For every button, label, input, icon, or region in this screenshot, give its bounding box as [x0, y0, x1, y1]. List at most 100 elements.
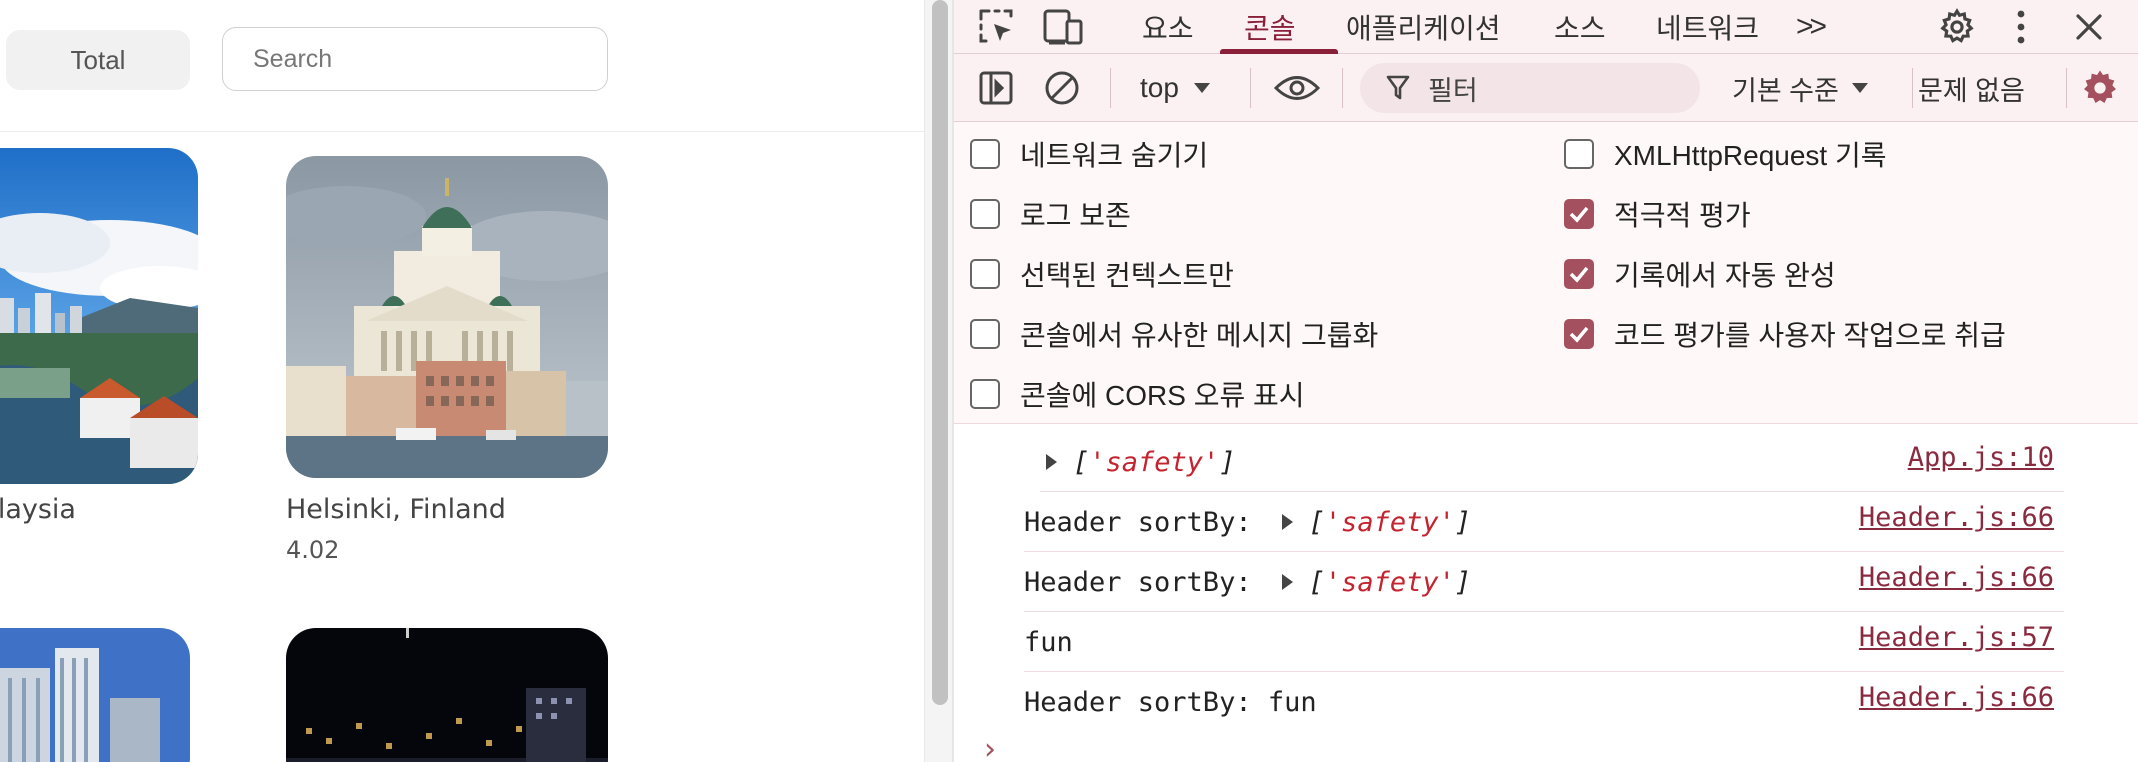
setting-eager-evaluation[interactable]: 적극적 평가 — [1564, 194, 1751, 234]
card-image-helsinki[interactable] — [286, 156, 608, 478]
show-sidebar-icon[interactable] — [976, 68, 1016, 108]
checkbox[interactable] — [1564, 139, 1594, 169]
card-title-malaysia: Malaysia — [0, 494, 76, 525]
setting-group-similar[interactable]: 콘솔에서 유사한 메시지 그룹화 — [970, 314, 1378, 354]
console-log-row: ['safety'] App.js:10 — [1040, 432, 2064, 492]
device-toolbar-icon[interactable] — [1040, 4, 1086, 50]
setting-selected-context-only[interactable]: 선택된 컨텍스트만 — [970, 254, 1234, 294]
tab-console[interactable]: 콘솔 — [1244, 0, 1296, 54]
log-source-link[interactable]: Header.js:66 — [1859, 672, 2054, 722]
tab-network[interactable]: 네트워크 — [1656, 0, 1759, 54]
checkbox[interactable] — [970, 259, 1000, 289]
checkbox[interactable] — [1564, 259, 1594, 289]
checkbox[interactable] — [970, 379, 1000, 409]
filter-placeholder: 필터 — [1428, 75, 1478, 106]
more-tabs-button[interactable]: >> — [1796, 0, 1827, 54]
setting-label: 콘솔에 CORS 오류 표시 — [1020, 380, 1305, 411]
setting-label: XMLHttpRequest 기록 — [1614, 140, 1887, 171]
inspect-element-icon[interactable] — [974, 4, 1020, 50]
console-log-row: Header sortBy: ['safety'] Header.js:66 — [1024, 492, 2064, 552]
log-source-link[interactable]: Header.js:66 — [1859, 492, 2054, 542]
tab-application[interactable]: 애플리케이션 — [1346, 0, 1501, 54]
context-selector[interactable]: top — [1140, 66, 1211, 110]
console-log-row: fun Header.js:57 — [1024, 612, 2064, 672]
log-message[interactable]: Header sortBy: ['safety'] — [1024, 492, 1471, 552]
card-image-malaysia[interactable] — [0, 148, 198, 484]
setting-label: 적극적 평가 — [1614, 200, 1751, 231]
card-image-night-city[interactable] — [286, 628, 608, 762]
filter-icon — [1386, 75, 1410, 100]
log-message[interactable]: fun — [1024, 612, 1073, 672]
toolbar-separator — [1110, 68, 1111, 108]
card-image-skyscrapers[interactable] — [0, 628, 190, 762]
setting-label: 콘솔에서 유사한 메시지 그룹화 — [1020, 320, 1379, 351]
checkbox[interactable] — [970, 319, 1000, 349]
setting-label: 로그 보존 — [1020, 200, 1131, 231]
tab-elements[interactable]: 요소 — [1142, 0, 1194, 54]
setting-log-xhr[interactable]: XMLHttpRequest 기록 — [1564, 134, 1887, 174]
setting-preserve-log[interactable]: 로그 보존 — [970, 194, 1131, 234]
checkbox[interactable] — [970, 139, 1000, 169]
log-source-link[interactable]: Header.js:66 — [1859, 552, 2054, 602]
card-title-helsinki: Helsinki, Finland — [286, 494, 506, 525]
filter-input[interactable]: 필터 — [1360, 63, 1700, 113]
log-text: Header sortBy: — [1024, 566, 1252, 598]
setting-label: 네트워크 숨기기 — [1020, 140, 1209, 171]
setting-label: 기록에서 자동 완성 — [1614, 260, 1836, 291]
setting-label: 코드 평가를 사용자 작업으로 취급 — [1614, 320, 2006, 351]
scrollbar-thumb[interactable] — [932, 0, 948, 705]
settings-gear-icon[interactable] — [1936, 6, 1978, 48]
setting-hide-network[interactable]: 네트워크 숨기기 — [970, 134, 1208, 174]
checkbox[interactable] — [970, 199, 1000, 229]
log-message[interactable]: ['safety'] — [1040, 432, 1236, 492]
log-message[interactable]: Header sortBy: fun — [1024, 672, 1317, 732]
setting-label: 선택된 컨텍스트만 — [1020, 260, 1234, 291]
tab-sources[interactable]: 소스 — [1554, 0, 1606, 54]
checkbox[interactable] — [1564, 319, 1594, 349]
setting-treat-eval-as-user-action[interactable]: 코드 평가를 사용자 작업으로 취급 — [1564, 314, 2006, 354]
dropdown-arrow-icon — [1193, 83, 1210, 93]
screen: Total Search laysia Helsinki, Finland 4.… — [0, 0, 2138, 762]
skyscraper-photo — [0, 628, 190, 762]
console-toolbar: top 필터 기본 수준 문제 없음 — [954, 54, 2138, 122]
log-text: fun — [1024, 626, 1073, 658]
log-array: ['safety'] — [1073, 446, 1236, 478]
console-log-row: Header sortBy: fun Header.js:66 — [1024, 672, 2064, 732]
expand-triangle-icon[interactable] — [1046, 454, 1057, 470]
live-expression-eye-icon[interactable] — [1272, 68, 1322, 108]
log-message[interactable]: Header sortBy: ['safety'] — [1024, 552, 1471, 612]
app-pane: Total Search laysia Helsinki, Finland 4.… — [0, 0, 924, 762]
expand-triangle-icon[interactable] — [1281, 574, 1293, 590]
console-output: ['safety'] App.js:10 Header sortBy: ['sa… — [954, 424, 2138, 762]
clear-console-icon[interactable] — [1042, 68, 1082, 108]
card-score-helsinki: 4.02 — [286, 536, 340, 564]
toolbar-separator — [1250, 68, 1251, 108]
console-prompt-chevron-icon[interactable]: › — [984, 732, 996, 762]
helsinki-photo — [286, 156, 608, 478]
log-source-link[interactable]: Header.js:57 — [1859, 612, 2054, 662]
log-level-selector[interactable]: 기본 수준 — [1732, 66, 1869, 110]
devtools-panel: 요소 콘솔 애플리케이션 소스 네트워크 >> top 필터 기본 수준 문제 … — [954, 0, 2138, 762]
toolbar-separator — [1912, 68, 1913, 108]
page-scrollbar[interactable] — [924, 0, 952, 762]
app-header: Total — [0, 0, 924, 132]
setting-autocomplete-history[interactable]: 기록에서 자동 완성 — [1564, 254, 1836, 294]
issues-counter[interactable]: 문제 없음 — [1918, 66, 2025, 110]
log-level-value: 기본 수준 — [1732, 75, 1839, 106]
checkbox[interactable] — [1564, 199, 1594, 229]
devtools-tab-bar: 요소 콘솔 애플리케이션 소스 네트워크 >> — [954, 0, 2138, 54]
context-value: top — [1140, 72, 1179, 103]
toolbar-separator — [2066, 68, 2067, 108]
setting-show-cors-errors[interactable]: 콘솔에 CORS 오류 표시 — [970, 374, 1305, 414]
toolbar-separator — [1342, 68, 1343, 108]
expand-triangle-icon[interactable] — [1281, 514, 1293, 530]
malaysia-photo — [0, 148, 198, 484]
log-text: Header sortBy: — [1024, 506, 1252, 538]
close-icon[interactable] — [2068, 6, 2110, 48]
log-array: ['safety'] — [1308, 506, 1472, 538]
log-source-link[interactable]: App.js:10 — [1908, 432, 2054, 482]
search-input[interactable] — [222, 27, 608, 91]
total-button[interactable]: Total — [6, 30, 190, 90]
more-options-icon[interactable] — [2006, 6, 2036, 48]
console-settings-gear-icon[interactable] — [2074, 66, 2126, 110]
